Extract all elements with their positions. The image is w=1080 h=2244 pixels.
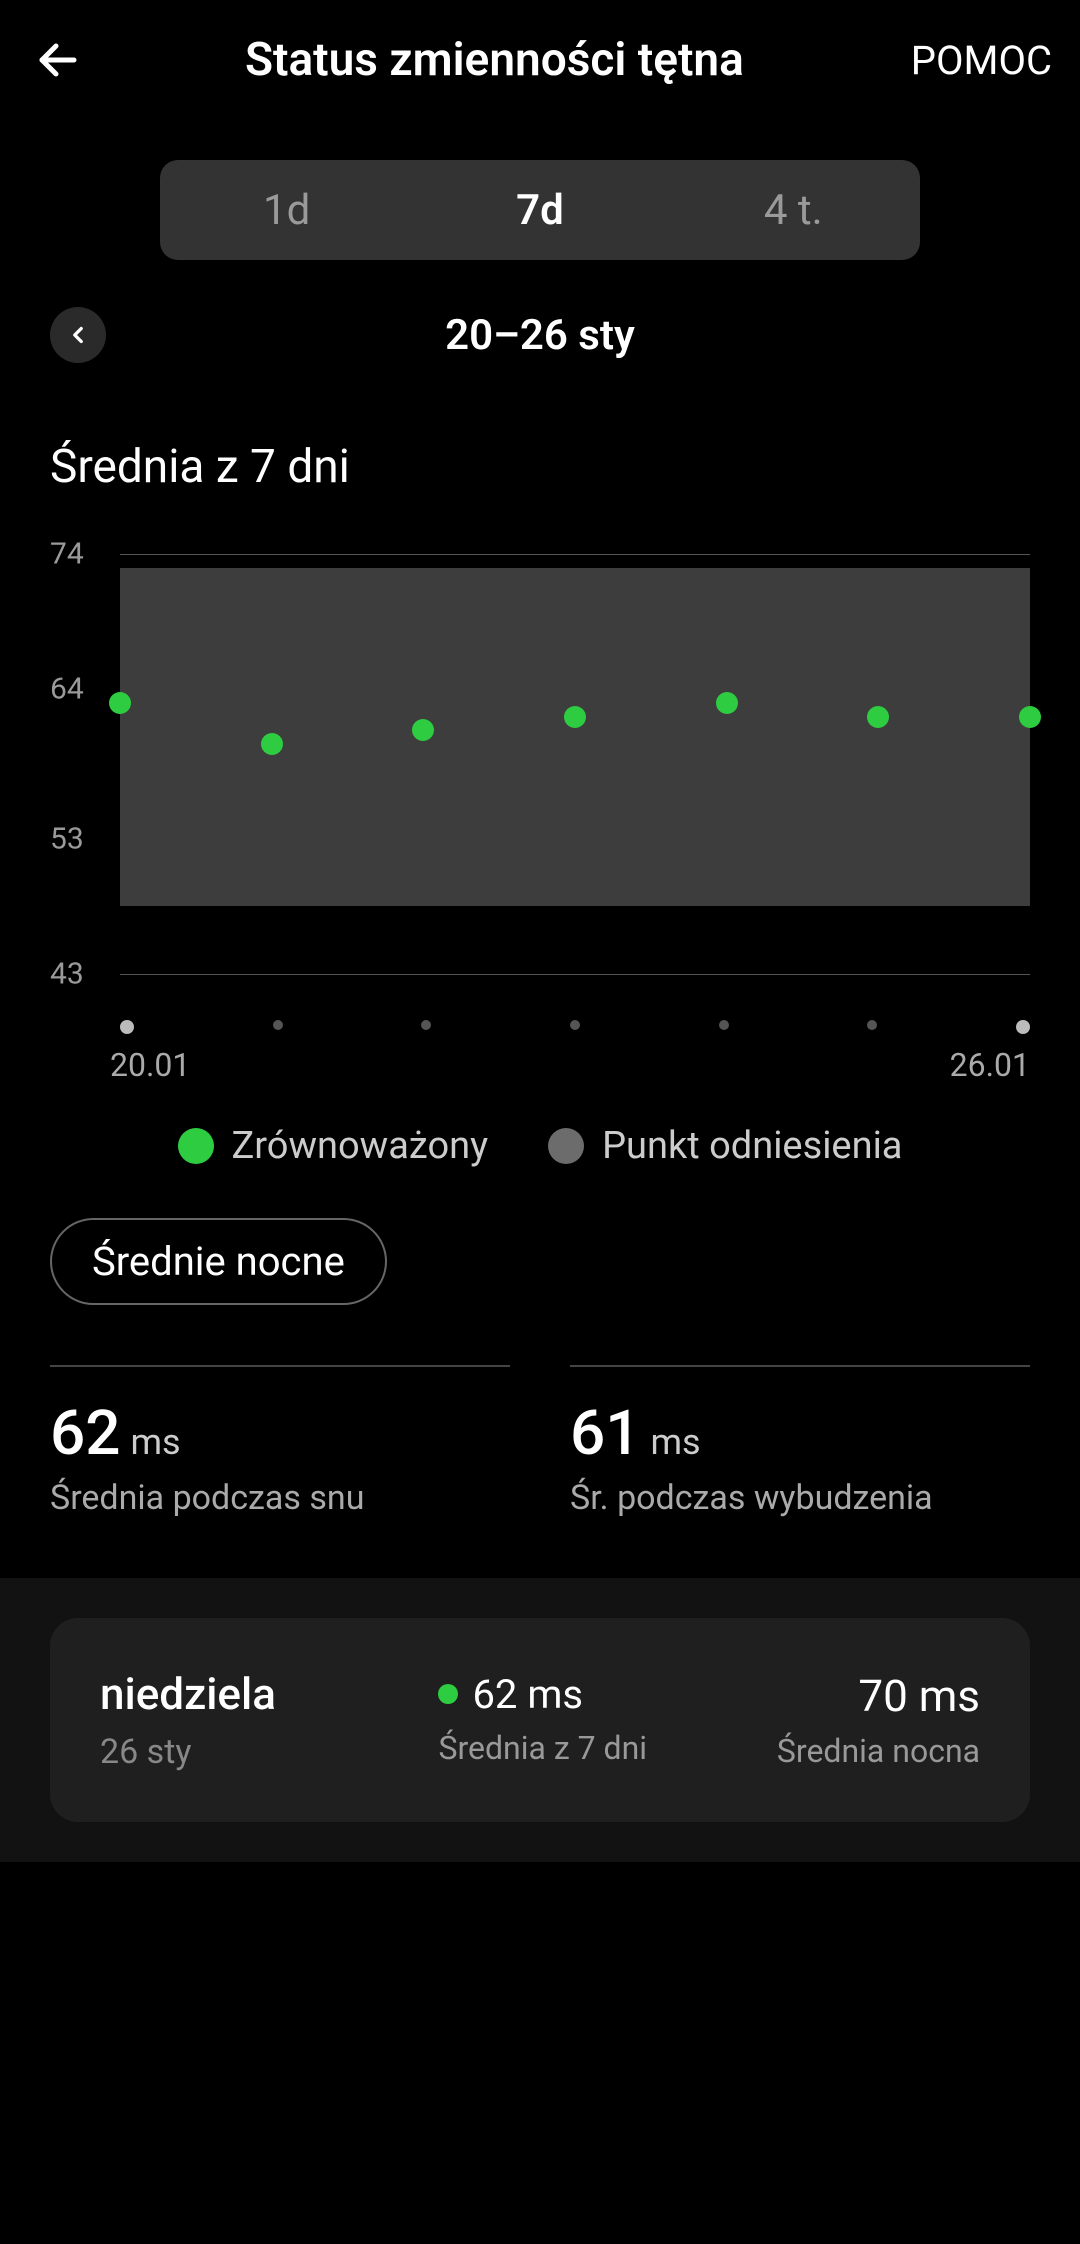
legend-label: Zrównoważony — [232, 1124, 489, 1168]
day-mid: 62 ms Średnia z 7 dni — [438, 1671, 776, 1770]
legend-dot-icon — [178, 1128, 214, 1164]
legend-dot-icon — [548, 1128, 584, 1164]
segment-7d[interactable]: 7d — [413, 160, 666, 260]
x-tick-dot — [867, 1020, 877, 1030]
data-point — [867, 706, 889, 728]
hrv-chart: 74 64 53 43 20.01 26.01 — [50, 534, 1030, 1094]
y-tick: 64 — [50, 672, 84, 707]
data-point — [261, 733, 283, 755]
metrics-row: 62 ms Średnia podczas snu 61 ms Śr. podc… — [0, 1365, 1080, 1578]
reference-band — [120, 568, 1030, 907]
x-tick-dot — [1016, 1020, 1030, 1034]
legend-item-reference: Punkt odniesienia — [548, 1124, 902, 1168]
metric-sleep-avg: 62 ms Średnia podczas snu — [50, 1365, 510, 1518]
data-point — [109, 692, 131, 714]
y-tick: 74 — [50, 537, 84, 572]
chart-plot-area — [120, 554, 1030, 974]
day-mid-value: 62 ms — [472, 1671, 583, 1718]
metric-value: 61 — [570, 1397, 640, 1470]
data-point — [1019, 706, 1041, 728]
chevron-left-icon — [65, 322, 91, 348]
x-label-right: 26.01 — [950, 1046, 1030, 1084]
y-tick: 43 — [50, 957, 84, 992]
x-tick-dot — [570, 1020, 580, 1030]
app-header: Status zmienności tętna POMOC — [0, 0, 1080, 120]
metric-unit: ms — [650, 1421, 700, 1463]
range-segmented: 1d 7d 4 t. — [160, 160, 920, 260]
data-point — [412, 719, 434, 741]
arrow-left-icon — [34, 36, 82, 84]
day-name: niedziela — [100, 1668, 438, 1720]
segment-4t[interactable]: 4 t. — [667, 160, 920, 260]
metric-unit: ms — [130, 1421, 180, 1463]
x-tick-dot — [421, 1020, 431, 1030]
day-date: 26 sty — [100, 1732, 438, 1772]
gridline — [120, 554, 1030, 555]
y-tick: 53 — [50, 821, 84, 856]
gridline — [120, 974, 1030, 975]
x-tick-dot — [273, 1020, 283, 1030]
metric-value: 62 — [50, 1397, 120, 1470]
legend-label: Punkt odniesienia — [602, 1124, 902, 1168]
day-right-value: 70 ms — [777, 1670, 980, 1722]
date-range-label: 20–26 sty — [40, 311, 1040, 360]
day-list-section: niedziela 26 sty 62 ms Średnia z 7 dni 7… — [0, 1578, 1080, 1862]
metric-label: Średnia podczas snu — [50, 1478, 510, 1518]
metric-label: Śr. podczas wybudzenia — [570, 1478, 1030, 1518]
status-dot-icon — [438, 1684, 458, 1704]
x-axis-dots — [120, 1020, 1030, 1034]
chart-legend: Zrównoważony Punkt odniesienia — [0, 1114, 1080, 1208]
metric-wake-avg: 61 ms Śr. podczas wybudzenia — [570, 1365, 1030, 1518]
segment-1d[interactable]: 1d — [160, 160, 413, 260]
legend-item-balanced: Zrównoważony — [178, 1124, 489, 1168]
data-point — [716, 692, 738, 714]
range-segmented-wrap: 1d 7d 4 t. — [0, 120, 1080, 290]
day-right-label: Średnia nocna — [777, 1732, 980, 1770]
x-tick-dot — [719, 1020, 729, 1030]
avg-title: Średnia z 7 dni — [0, 380, 1080, 534]
day-mid-label: Średnia z 7 dni — [438, 1728, 776, 1770]
day-left: niedziela 26 sty — [100, 1668, 438, 1772]
prev-period-button[interactable] — [50, 307, 106, 363]
data-point — [564, 706, 586, 728]
back-button[interactable] — [28, 30, 88, 90]
page-title: Status zmienności tętna — [88, 33, 911, 87]
x-tick-dot — [120, 1020, 134, 1034]
day-card-sunday[interactable]: niedziela 26 sty 62 ms Średnia z 7 dni 7… — [50, 1618, 1030, 1822]
pill-row: Średnie nocne — [0, 1208, 1080, 1365]
date-nav: 20–26 sty — [0, 290, 1080, 380]
help-button[interactable]: POMOC — [911, 37, 1052, 84]
x-axis-labels: 20.01 26.01 — [110, 1046, 1030, 1084]
day-right: 70 ms Średnia nocna — [777, 1670, 980, 1770]
x-label-left: 20.01 — [110, 1046, 190, 1084]
night-averages-button[interactable]: Średnie nocne — [50, 1218, 387, 1305]
